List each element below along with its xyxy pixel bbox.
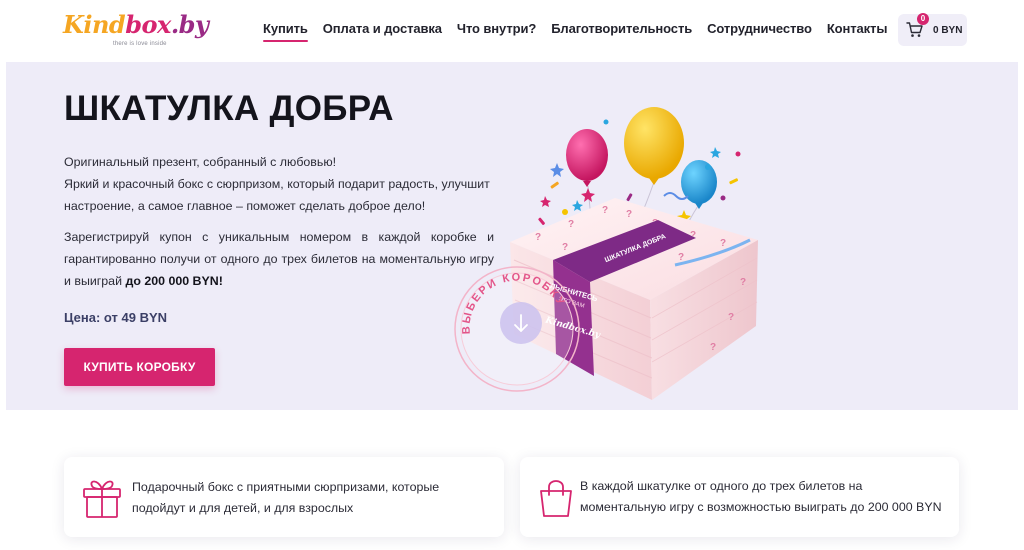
cart-button[interactable]: 0 0 BYN — [898, 13, 967, 46]
logo-box-text: box — [125, 10, 171, 39]
nav-item-cooperation[interactable]: Сотрудничество — [707, 21, 812, 42]
hero-price: Цена: от 49 BYN — [64, 310, 168, 325]
feature-tickets-line2: моментальную игру с возможностью выиграт… — [580, 500, 942, 514]
feature-card-tickets: В каждой шкатулке от одного до трех биле… — [520, 457, 959, 537]
nav-item-payment-delivery[interactable]: Оплата и доставка — [323, 21, 442, 42]
kindbox-logo[interactable]: Kindbox.by there is love inside — [63, 10, 209, 50]
balloon-yellow — [624, 107, 684, 185]
hero-description: Оригинальный презент, собранный с любовь… — [64, 151, 496, 217]
balloon-blue — [681, 160, 717, 209]
svg-text:?: ? — [602, 205, 608, 216]
logo-by-text: .by — [170, 10, 209, 39]
svg-text:?: ? — [568, 219, 574, 230]
nav-item-buy[interactable]: Купить — [263, 21, 308, 42]
svg-text:?: ? — [728, 312, 734, 323]
buy-box-button[interactable]: КУПИТЬ КОРОБКУ — [64, 348, 215, 386]
svg-text:?: ? — [710, 342, 716, 353]
logo-kind-text: Kind — [63, 10, 126, 39]
logo-tagline: there is love inside — [113, 41, 167, 47]
hero-description-line2: Яркий и красочный бокс с сюрпризом, кото… — [64, 177, 490, 213]
feature-tickets-line1: В каждой шкатулке от одного до трех биле… — [580, 479, 863, 493]
feature-card-gift: Подарочный бокс с приятными сюрпризами, … — [64, 457, 504, 537]
nav-item-charity[interactable]: Благотворительность — [551, 21, 692, 42]
svg-text:?: ? — [535, 232, 541, 243]
cart-icon: 0 — [906, 13, 929, 39]
hero-title: ШКАТУЛКА ДОБРА — [64, 89, 394, 128]
gift-icon — [80, 475, 124, 519]
nav-item-contacts[interactable]: Контакты — [827, 21, 888, 42]
svg-text:?: ? — [626, 209, 632, 220]
site-header: Kindbox.by there is love inside Купить О… — [0, 0, 1024, 62]
coupon-prize: до 200 000 BYN! — [125, 274, 223, 288]
svg-text:?: ? — [740, 277, 746, 288]
shopping-bag-icon — [534, 475, 578, 519]
svg-text:?: ? — [562, 242, 568, 253]
svg-text:?: ? — [720, 238, 726, 249]
feature-gift-line1: Подарочный бокс с приятными сюрпризами, … — [132, 480, 440, 494]
balloon-pink — [566, 129, 608, 187]
hero-coupon-text: Зарегистрируй купон с уникальным номером… — [64, 226, 494, 292]
feature-gift-line2: подойдут и для детей, и для взрослых — [132, 501, 354, 515]
main-nav: Купить Оплата и доставка Что внутри? Бла… — [263, 21, 887, 42]
feature-text-tickets: В каждой шкатулке от одного до трех биле… — [580, 476, 942, 518]
hero-description-line1: Оригинальный презент, собранный с любовь… — [64, 155, 337, 169]
logo-wordmark: Kindbox.by — [63, 10, 209, 40]
cart-total: 0 BYN — [933, 24, 963, 36]
feature-text-gift: Подарочный бокс с приятными сюрпризами, … — [132, 477, 439, 519]
choose-box-badge[interactable]: ВЫБЕРИ КОРОБКУ — [452, 264, 582, 394]
nav-item-whats-inside[interactable]: Что внутри? — [457, 21, 536, 42]
cart-count-badge: 0 — [917, 13, 929, 25]
